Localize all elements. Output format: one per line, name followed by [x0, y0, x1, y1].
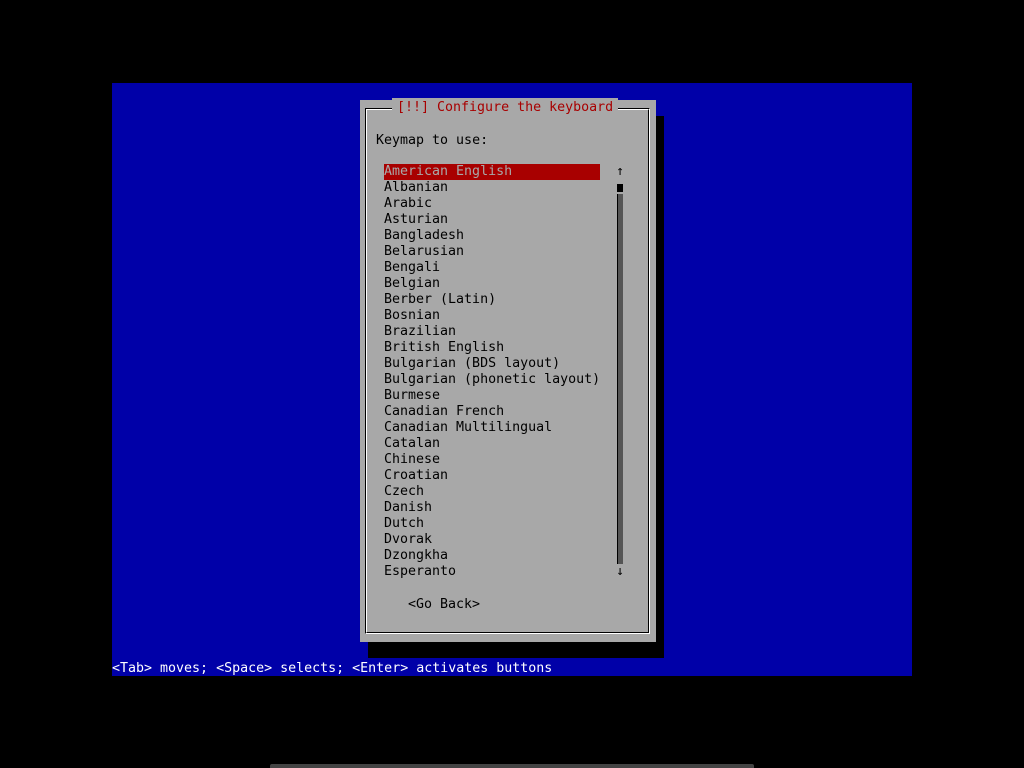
- go-back-button[interactable]: <Go Back>: [408, 597, 480, 613]
- scroll-up-arrow-icon[interactable]: ↑: [613, 164, 627, 180]
- scroll-thumb[interactable]: [617, 184, 623, 192]
- keymap-option[interactable]: Brazilian: [384, 324, 600, 340]
- dialog-title: [!!] Configure the keyboard: [392, 98, 619, 118]
- keymap-option[interactable]: Bosnian: [384, 308, 600, 324]
- scroll-down-arrow-icon[interactable]: ↓: [613, 564, 627, 580]
- keymap-option[interactable]: Asturian: [384, 212, 600, 228]
- keymap-option[interactable]: British English: [384, 340, 600, 356]
- keymap-option[interactable]: Dutch: [384, 516, 600, 532]
- keymap-option[interactable]: Croatian: [384, 468, 600, 484]
- keymap-option[interactable]: Dvorak: [384, 532, 600, 548]
- keymap-option[interactable]: Canadian French: [384, 404, 600, 420]
- keymap-option[interactable]: Esperanto: [384, 564, 600, 580]
- keymap-option[interactable]: Belarusian: [384, 244, 600, 260]
- keymap-scrollbar[interactable]: ↑ ↓: [613, 164, 627, 580]
- keymap-option[interactable]: Catalan: [384, 436, 600, 452]
- keymap-option[interactable]: American English: [384, 164, 600, 180]
- keymap-option[interactable]: Burmese: [384, 388, 600, 404]
- keymap-option[interactable]: Dzongkha: [384, 548, 600, 564]
- keymap-option[interactable]: Czech: [384, 484, 600, 500]
- keymap-option[interactable]: Bangladesh: [384, 228, 600, 244]
- keymap-option[interactable]: Bengali: [384, 260, 600, 276]
- keymap-option[interactable]: Arabic: [384, 196, 600, 212]
- keymap-option[interactable]: Chinese: [384, 452, 600, 468]
- scroll-track[interactable]: [617, 194, 623, 564]
- help-line: <Tab> moves; <Space> selects; <Enter> ac…: [112, 661, 553, 676]
- keymap-option[interactable]: Canadian Multilingual: [384, 420, 600, 436]
- keymap-option[interactable]: Danish: [384, 500, 600, 516]
- keymap-option[interactable]: Albanian: [384, 180, 600, 196]
- keymap-option[interactable]: Bulgarian (BDS layout): [384, 356, 600, 372]
- keymap-list[interactable]: American English Albanian Arabic Asturian Ba…: [384, 164, 600, 580]
- keymap-option[interactable]: Berber (Latin): [384, 292, 600, 308]
- keymap-option[interactable]: Bulgarian (phonetic layout): [384, 372, 600, 388]
- window-bottom-bar: [270, 764, 754, 768]
- keymap-prompt: Keymap to use:: [376, 133, 489, 148]
- keymap-option[interactable]: Belgian: [384, 276, 600, 292]
